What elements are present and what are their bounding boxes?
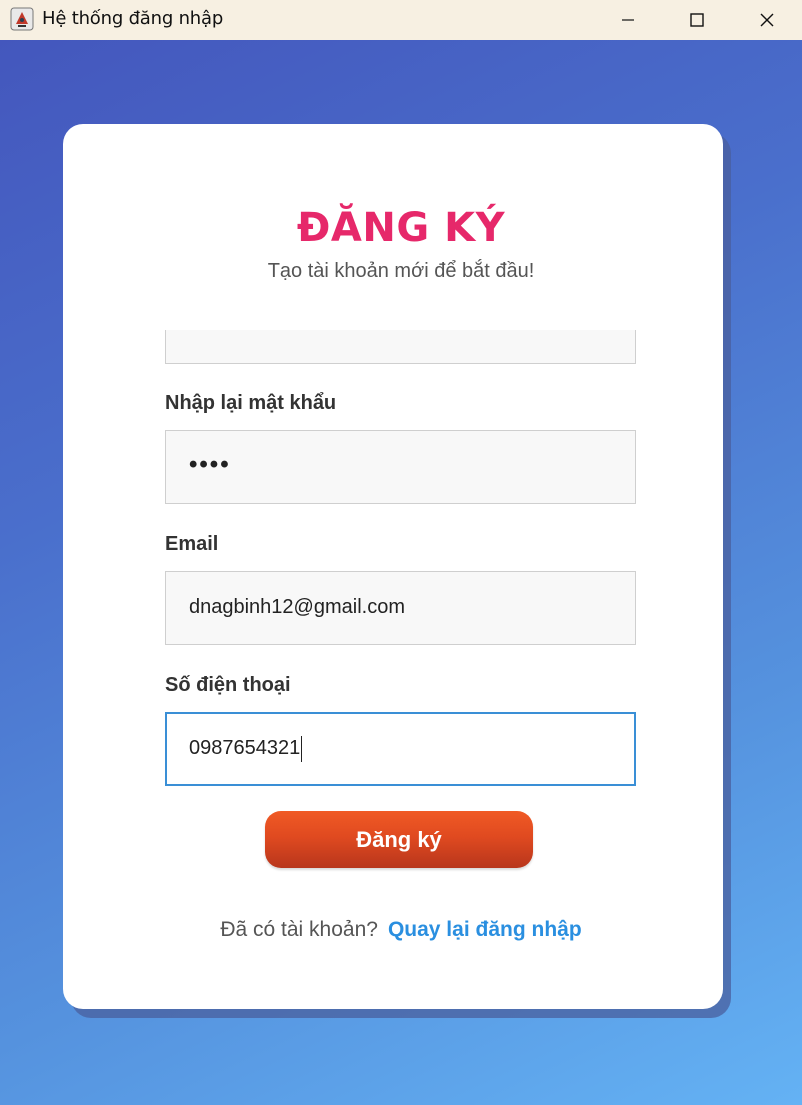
close-icon <box>760 13 774 27</box>
title-bar: Hệ thống đăng nhập <box>0 0 802 40</box>
password-masked-value: •••• <box>188 330 223 339</box>
email-field[interactable]: dnagbinh12@gmail.com <box>165 571 636 645</box>
close-button[interactable] <box>737 0 797 40</box>
scroll-viewport-top: •••• <box>165 330 636 364</box>
maximize-icon <box>690 13 704 27</box>
back-to-login-link[interactable]: Quay lại đăng nhập <box>388 918 582 941</box>
minimize-icon <box>622 19 634 21</box>
confirm-password-masked-value: •••• <box>189 451 231 478</box>
page-subtitle: Tạo tài khoản mới để bắt đầu! <box>267 260 535 282</box>
confirm-password-field[interactable]: •••• <box>165 430 636 504</box>
footer-question: Đã có tài khoản? <box>220 918 378 941</box>
login-prompt: Đã có tài khoản? Quay lại đăng nhập <box>0 918 802 942</box>
phone-field[interactable]: 0987654321 <box>165 712 636 786</box>
password-field[interactable]: •••• <box>165 330 636 364</box>
register-card <box>63 124 723 1009</box>
confirm-password-label: Nhập lại mật khẩu <box>165 392 337 414</box>
phone-label: Số điện thoại <box>165 674 291 696</box>
page-title: ĐĂNG KÝ <box>296 205 506 251</box>
minimize-button[interactable] <box>598 0 658 40</box>
phone-value: 0987654321 <box>189 737 301 759</box>
window-title: Hệ thống đăng nhập <box>42 8 224 29</box>
maximize-button[interactable] <box>667 0 727 40</box>
text-caret <box>301 736 302 762</box>
email-label: Email <box>165 533 219 555</box>
email-value: dnagbinh12@gmail.com <box>189 596 405 618</box>
java-app-icon <box>10 7 34 31</box>
register-button[interactable]: Đăng ký <box>265 811 533 868</box>
